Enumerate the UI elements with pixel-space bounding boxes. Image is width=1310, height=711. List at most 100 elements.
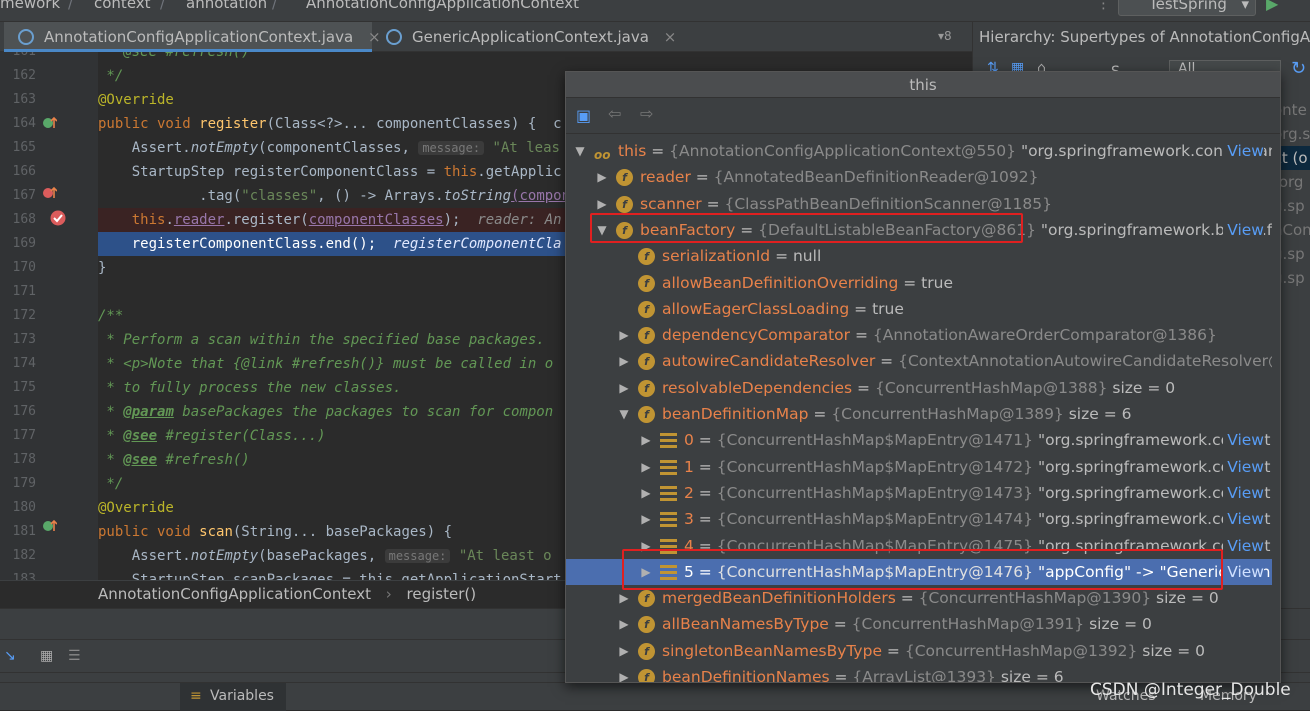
- variable-ref: {ConcurrentHashMap@1391}: [851, 615, 1085, 634]
- tab-variables[interactable]: ≡ Variables: [180, 683, 286, 711]
- popup-toolbar: ▣ ⇦ ⇨: [566, 98, 1280, 134]
- step-icon[interactable]: ↘: [4, 648, 16, 664]
- code-line: Assert.notEmpty(componentClasses, messag…: [98, 140, 560, 156]
- variable-value: size = 6: [1063, 405, 1132, 423]
- tree-row[interactable]: ▶ 1 = {ConcurrentHashMap$MapEntry@1472} "…: [566, 453, 1280, 480]
- variable-ref: {ConcurrentHashMap@1389}: [831, 405, 1064, 423]
- navigate-icon[interactable]: ▣: [576, 106, 591, 125]
- run-config-select[interactable]: TestSpring ▾: [1118, 0, 1256, 16]
- expand-arrow-icon[interactable]: ▼: [574, 138, 586, 164]
- close-icon[interactable]: ×: [664, 28, 677, 46]
- view-link[interactable]: View: [1223, 453, 1264, 480]
- variable-ref: {AnnotatedBeanDefinitionReader@1092}: [713, 168, 1039, 187]
- lambda-breakpoint-icon[interactable]: [43, 186, 57, 200]
- tree-row[interactable]: ▶ f allBeanNamesByType = {ConcurrentHashMa…: [566, 611, 1280, 637]
- tree-row[interactable]: ▶ 3 = {ConcurrentHashMap$MapEntry@1474} "…: [566, 506, 1280, 533]
- tab-annotation-config[interactable]: AnnotationConfigApplicationContext.java …: [4, 22, 381, 52]
- tree-row[interactable]: f serializationId = null: [566, 243, 1280, 269]
- object-icon: oo: [594, 148, 611, 162]
- tab-overflow[interactable]: ▾8: [938, 29, 952, 43]
- view-link[interactable]: View: [1223, 138, 1264, 164]
- breadcrumb-item[interactable]: annotation: [172, 0, 267, 12]
- variable-value: true: [872, 299, 904, 318]
- variable-value: size = 6: [995, 668, 1064, 683]
- variable-name: autowireCandidateResolver: [662, 352, 876, 371]
- tree-row[interactable]: ▼ f beanDefinitionMap = {ConcurrentHashMap…: [566, 401, 1280, 427]
- code-line-breakpoint: this.reader.register(componentClasses); …: [98, 208, 568, 232]
- variables-icon: ≡: [190, 688, 202, 704]
- collapse-arrow-icon[interactable]: ▶: [618, 638, 630, 664]
- view-link[interactable]: View: [1223, 427, 1264, 454]
- view-link[interactable]: View: [1223, 216, 1264, 243]
- field-icon: f: [616, 169, 633, 187]
- view-link[interactable]: View: [1223, 558, 1264, 585]
- editor-tabs: AnnotationConfigApplicationContext.java …: [0, 22, 972, 52]
- variable-ref: {ArrayList@1393}: [852, 668, 996, 683]
- variable-value: true: [921, 273, 953, 292]
- breakpoint-icon[interactable]: [50, 210, 66, 226]
- line-number: 162: [12, 68, 36, 83]
- collapse-arrow-icon[interactable]: ▶: [618, 322, 630, 348]
- variable-name: 3: [684, 510, 694, 529]
- variable-name: resolvableDependencies: [662, 378, 853, 397]
- view-link[interactable]: View: [1223, 479, 1264, 506]
- collapse-arrow-icon[interactable]: ▶: [618, 375, 630, 401]
- line-number: 179: [12, 476, 36, 491]
- variable-name: this: [618, 142, 647, 160]
- tree-row[interactable]: f allowBeanDefinitionOverriding = true: [566, 270, 1280, 296]
- tree-row[interactable]: ▶ f resolvableDependencies = {ConcurrentHa…: [566, 375, 1280, 401]
- code-line: * Perform a scan within the specified ba…: [98, 332, 545, 348]
- variable-inspector-popup[interactable]: this ▣ ⇦ ⇨ ▼ oo this = {AnnotationConfigAp…: [565, 71, 1281, 683]
- line-number: 161: [0, 52, 36, 59]
- code-line: * @param basePackages the packages to sc…: [98, 404, 554, 420]
- code-line: * @see #register(Class...): [98, 428, 326, 444]
- breadcrumb-item[interactable]: mework: [0, 0, 60, 12]
- breadcrumb-method[interactable]: register(): [407, 585, 477, 603]
- popup-scrollbar[interactable]: [1272, 134, 1280, 682]
- override-icon[interactable]: [43, 519, 57, 533]
- view-link[interactable]: View: [1223, 532, 1264, 559]
- editor-gutter[interactable]: 161 162 163 164 165 166 167 168 169 170 171 172 173 1…: [0, 52, 98, 580]
- collapse-arrow-icon[interactable]: ▶: [640, 454, 652, 480]
- evaluate-icon[interactable]: ▦: [40, 648, 53, 664]
- refresh-icon[interactable]: ↻: [1291, 58, 1306, 79]
- collapse-arrow-icon[interactable]: ▶: [640, 480, 652, 506]
- override-icon[interactable]: [43, 116, 57, 130]
- code-editor[interactable]: * @see #refresh() */ @Override public vo…: [98, 52, 568, 580]
- view-link[interactable]: View: [1223, 506, 1264, 533]
- tree-row[interactable]: ▶ f singletonBeanNamesByType = {Concurrent…: [566, 638, 1280, 664]
- code-line: /**: [98, 308, 124, 324]
- back-icon[interactable]: ⇦: [608, 104, 621, 123]
- trace-icon[interactable]: ☰: [68, 648, 81, 664]
- line-number: 165: [12, 140, 36, 155]
- tree-row[interactable]: ▶ f reader = {AnnotatedBeanDefinitionReade…: [566, 164, 1280, 190]
- breadcrumb-item[interactable]: context: [80, 0, 151, 12]
- expand-arrow-icon[interactable]: ▼: [618, 401, 630, 427]
- forward-icon[interactable]: ⇨: [640, 104, 653, 123]
- variable-name: scanner: [640, 194, 702, 213]
- tree-row[interactable]: f allowEagerClassLoading = true: [566, 296, 1280, 322]
- code-line: @Override: [98, 500, 174, 516]
- collapse-arrow-icon[interactable]: ▶: [618, 664, 630, 682]
- tree-row[interactable]: ▶ f dependencyComparator = {AnnotationAwar…: [566, 322, 1280, 348]
- run-icon[interactable]: ▶: [1266, 0, 1278, 13]
- collapse-arrow-icon[interactable]: ▶: [640, 427, 652, 453]
- line-number: 171: [12, 284, 36, 299]
- breadcrumb-item[interactable]: AnnotationConfigApplicationContext: [284, 0, 579, 12]
- tree-row[interactable]: ▶ f autowireCandidateResolver = {ContextAn…: [566, 348, 1280, 374]
- breadcrumb-class[interactable]: AnnotationConfigApplicationContext: [98, 585, 371, 603]
- code-line: StartupStep scanPackages = this.getAppli…: [98, 572, 562, 580]
- tab-generic-application-context[interactable]: GenericApplicationContext.java ×: [372, 22, 676, 52]
- tree-row[interactable]: ▼ oo this = {AnnotationConfigApplicationCo…: [566, 138, 1280, 164]
- tree-row[interactable]: ▶ 0 = {ConcurrentHashMap$MapEntry@1471} "…: [566, 427, 1280, 454]
- collapse-arrow-icon[interactable]: ▶: [618, 611, 630, 637]
- variable-value: size = 0: [1107, 378, 1176, 397]
- collapse-arrow-icon[interactable]: ▶: [596, 164, 608, 190]
- more-icon[interactable]: ⋮: [1096, 0, 1111, 12]
- variable-name: allowBeanDefinitionOverriding: [662, 273, 899, 292]
- variable-name: dependencyComparator: [662, 326, 851, 345]
- code-line: */: [98, 476, 124, 492]
- collapse-arrow-icon[interactable]: ▶: [618, 348, 630, 374]
- collapse-arrow-icon[interactable]: ▶: [640, 506, 652, 532]
- tree-row[interactable]: ▶ 2 = {ConcurrentHashMap$MapEntry@1473} "…: [566, 479, 1280, 506]
